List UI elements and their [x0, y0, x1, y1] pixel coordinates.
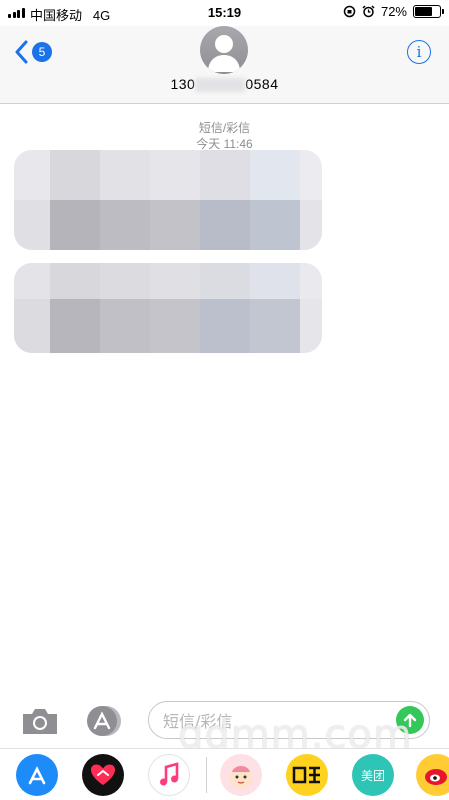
service-label: 短信/彩信 [198, 121, 251, 135]
redaction-pixel [200, 150, 250, 200]
unread-count-badge: 5 [32, 42, 52, 62]
redaction-pixel [300, 150, 322, 200]
status-right: 72% [343, 4, 444, 19]
app-store-icon [28, 766, 46, 785]
incoming-message-bubble[interactable] [14, 263, 322, 353]
contact-number[interactable]: 130 0584 [0, 76, 449, 93]
drawer-digital-touch[interactable] [82, 754, 124, 796]
contact-number-suffix: 0584 [245, 76, 279, 92]
camera-icon [23, 709, 57, 734]
redaction-pixel [200, 263, 250, 299]
redaction-pixel [14, 263, 50, 299]
contact-number-prefix: 130 [170, 76, 196, 92]
info-icon: i [416, 43, 422, 61]
music-note-icon [160, 762, 179, 786]
app-store-button[interactable] [84, 704, 124, 736]
redaction-pixel [200, 299, 250, 353]
redaction-pixel [14, 299, 50, 353]
camera-button[interactable] [20, 706, 60, 741]
redaction-pixel [100, 150, 150, 200]
baby-face-icon [230, 766, 252, 788]
redaction-pixel [100, 263, 150, 299]
redaction-pixel [50, 263, 100, 299]
redaction-pixel [250, 200, 300, 250]
redaction-pixel [250, 150, 300, 200]
drawer-xianyu-app[interactable] [286, 754, 328, 796]
back-button[interactable]: 5 [14, 40, 52, 64]
redacted-digits [195, 78, 246, 93]
message-field[interactable] [148, 701, 430, 739]
drawer-meituan-app[interactable]: 美团 [352, 754, 394, 796]
info-button[interactable]: i [407, 40, 431, 64]
redaction-pixel [150, 150, 200, 200]
redaction-pixel [50, 200, 100, 250]
redaction-pixel [14, 200, 50, 250]
drawer-app-store[interactable] [16, 754, 58, 796]
meituan-label: 美团 [360, 768, 385, 783]
redaction-pixel [100, 200, 150, 250]
redaction-pixel [150, 299, 200, 353]
redaction-pixel [250, 263, 300, 299]
redaction-pixel [300, 299, 322, 353]
arrow-up-icon [403, 713, 417, 728]
redaction-pixel [300, 200, 322, 250]
app-store-icon [87, 706, 121, 736]
drawer-divider [206, 757, 207, 793]
battery-icon [413, 5, 444, 18]
drawer-baby-app[interactable] [220, 754, 262, 796]
battery-percent: 72% [380, 4, 407, 19]
redaction-pixel [300, 263, 322, 299]
incoming-message-bubble[interactable] [14, 150, 322, 250]
imessage-app-drawer: 美团 [0, 748, 449, 800]
redaction-pixel [150, 200, 200, 250]
drawer-music[interactable] [148, 754, 190, 796]
person-silhouette-icon [208, 35, 240, 72]
alarm-icon [362, 5, 375, 18]
redaction-pixel [250, 299, 300, 353]
redaction-pixel [50, 299, 100, 353]
compose-bar [0, 696, 449, 746]
status-bar: 中国移动 4G 15:19 72% [0, 0, 449, 26]
battery-level [415, 7, 433, 16]
redaction-pixel [14, 150, 50, 200]
redaction-pixel [150, 263, 200, 299]
contact-avatar[interactable] [200, 26, 248, 74]
send-button[interactable] [396, 706, 424, 734]
chevron-left-icon [15, 40, 28, 64]
orientation-lock-icon [343, 5, 356, 18]
redaction-pixel [100, 299, 150, 353]
redaction-pixel [50, 150, 100, 200]
drawer-weibo-app[interactable] [416, 754, 449, 796]
heart-hands-icon [91, 764, 115, 785]
redaction-pixel [200, 200, 250, 250]
weibo-eye-icon [425, 769, 447, 785]
conversation-header: 5 130 0584 i [0, 26, 449, 104]
message-input[interactable] [163, 709, 383, 733]
xianyu-logo-icon [292, 766, 320, 784]
